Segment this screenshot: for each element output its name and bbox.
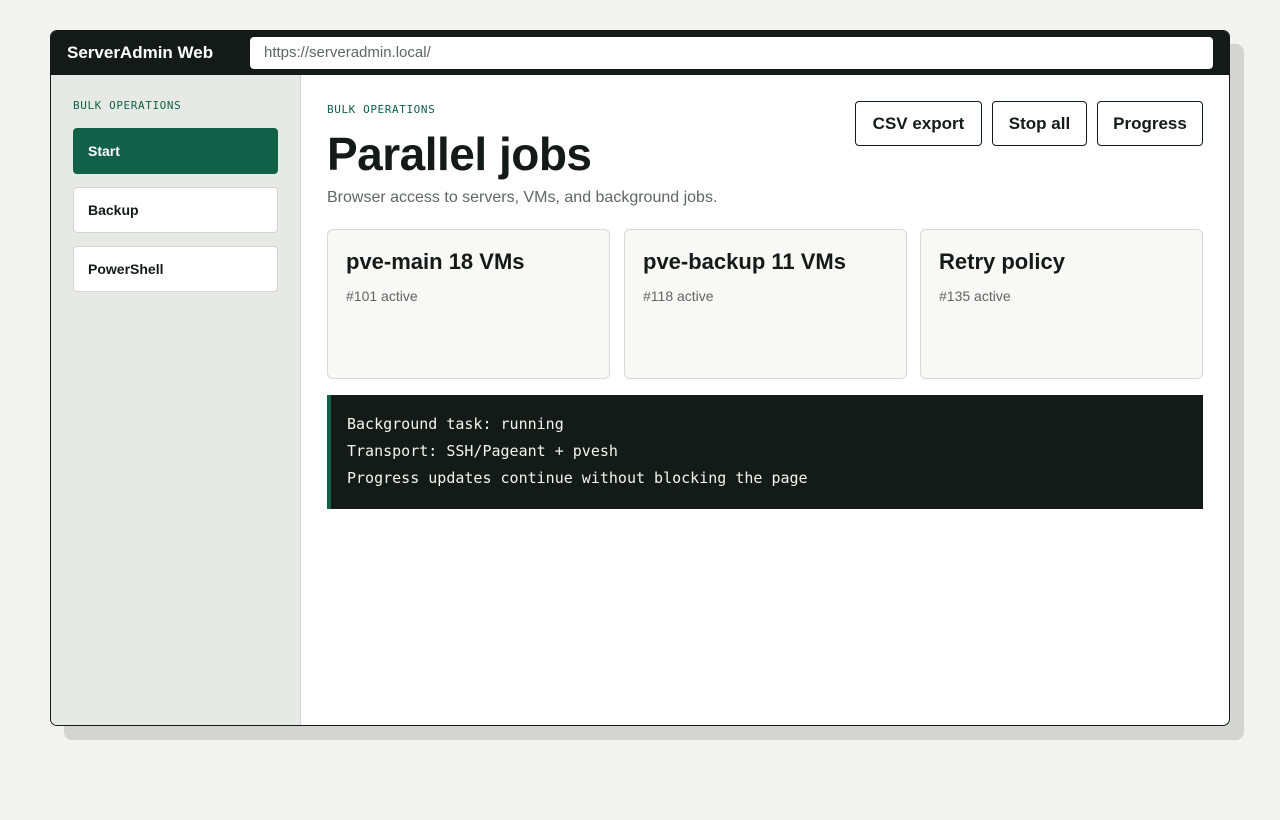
task-log-console: Background task: running Transport: SSH/…	[327, 395, 1203, 509]
card-status: #118 active	[643, 288, 714, 304]
url-bar[interactable]: https://serveradmin.local/	[250, 37, 1213, 69]
sidebar-item-start[interactable]: Start	[73, 128, 278, 174]
log-line: Progress updates continue without blocki…	[347, 469, 808, 487]
job-card-retry-policy[interactable]: Retry policy #135 active	[920, 229, 1203, 379]
card-title: Retry policy	[939, 249, 1065, 274]
title-bar: ServerAdmin Web https://serveradmin.loca…	[51, 31, 1229, 75]
main-content: BULK OPERATIONS Parallel jobs Browser ac…	[301, 75, 1229, 725]
sidebar-section-label: BULK OPERATIONS	[73, 99, 182, 112]
card-title: pve-main 18 VMs	[346, 249, 525, 274]
log-line: Background task: running	[347, 415, 564, 433]
app-title: ServerAdmin Web	[67, 43, 214, 62]
card-title: pve-backup 11 VMs	[643, 249, 846, 274]
log-line: Transport: SSH/Pageant + pvesh	[347, 442, 618, 460]
browser-window: ServerAdmin Web https://serveradmin.loca…	[50, 30, 1230, 726]
sidebar: BULK OPERATIONS Start Backup PowerShell	[51, 75, 301, 725]
page-subtitle: Browser access to servers, VMs, and back…	[327, 189, 718, 206]
card-status: #101 active	[346, 288, 418, 304]
job-card-pve-backup[interactable]: pve-backup 11 VMs #118 active	[624, 229, 907, 379]
page-eyebrow: BULK OPERATIONS	[327, 103, 436, 116]
sidebar-item-backup[interactable]: Backup	[73, 187, 278, 233]
job-card-pve-main[interactable]: pve-main 18 VMs #101 active	[327, 229, 610, 379]
card-status: #135 active	[939, 288, 1011, 304]
sidebar-item-powershell[interactable]: PowerShell	[73, 246, 278, 292]
stop-all-button[interactable]: Stop all	[992, 101, 1087, 146]
progress-button[interactable]: Progress	[1097, 101, 1203, 146]
page-title: Parallel jobs	[327, 128, 592, 180]
csv-export-button[interactable]: CSV export	[855, 101, 982, 146]
